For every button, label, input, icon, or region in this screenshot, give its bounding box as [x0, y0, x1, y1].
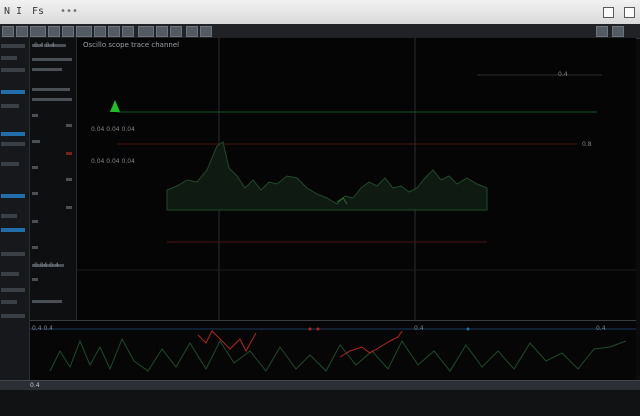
marker-label-b: 0.04 0.04 0.04	[91, 158, 135, 165]
panel-row[interactable]	[32, 166, 38, 169]
panel-row[interactable]	[32, 58, 72, 61]
tool-button-4[interactable]	[48, 26, 60, 37]
sidebar-item[interactable]	[1, 44, 25, 48]
tool-button-13[interactable]	[186, 26, 198, 37]
sidebar-item[interactable]	[1, 314, 25, 318]
channel-panel: 0.4 0.4 0.04 0.4	[30, 38, 77, 320]
plot-canvas	[77, 38, 636, 320]
tool-button-2[interactable]	[16, 26, 28, 37]
event-marker	[308, 327, 312, 331]
bottom-strip	[0, 390, 640, 416]
panel-row[interactable]	[32, 114, 38, 117]
alert-trace-1	[197, 330, 257, 353]
tool-button-7[interactable]	[94, 26, 106, 37]
panel-row[interactable]	[32, 192, 38, 195]
tool-button-1[interactable]	[2, 26, 14, 37]
sidebar-item[interactable]	[1, 252, 25, 256]
panel-row[interactable]	[66, 124, 72, 127]
tool-button-3[interactable]	[30, 26, 46, 37]
sidebar-item[interactable]	[1, 214, 17, 218]
timeline-label-left: 0.4 0.4	[32, 325, 53, 332]
minimize-button[interactable]	[603, 7, 614, 18]
panel-row[interactable]	[32, 246, 38, 249]
event-marker	[466, 327, 470, 331]
tool-button-8[interactable]	[108, 26, 120, 37]
tool-button-9[interactable]	[122, 26, 134, 37]
marker-label-a: 0.04 0.04 0.04	[91, 126, 135, 133]
event-marker	[316, 327, 320, 331]
file-menu-icon[interactable]: I	[16, 6, 22, 17]
panel-row[interactable]	[32, 88, 70, 91]
oscilloscope-plot[interactable]: Oscillo scope trace channel 0.04 0.04 0.…	[77, 38, 636, 320]
sidebar-item-selected[interactable]	[1, 228, 25, 232]
app-menu-icon[interactable]: N	[4, 6, 10, 17]
sidebar-item[interactable]	[1, 288, 25, 292]
sidebar-item[interactable]	[1, 272, 19, 276]
sidebar-item[interactable]	[1, 56, 17, 60]
tool-button-11[interactable]	[156, 26, 168, 37]
panel-row-red[interactable]	[66, 152, 72, 155]
tool-button-right-2[interactable]	[612, 26, 624, 37]
sidebar-item[interactable]	[1, 104, 19, 108]
title-bar: N I Fs •••	[0, 0, 640, 25]
tool-button-14[interactable]	[200, 26, 212, 37]
status-text: 0.4	[30, 382, 40, 389]
level-tag: 0.8	[582, 141, 592, 148]
sidebar-item[interactable]	[1, 162, 19, 166]
tool-button-10[interactable]	[138, 26, 154, 37]
range-tag: 0.4	[558, 71, 568, 78]
panel-row[interactable]	[32, 68, 62, 71]
toolbar	[0, 24, 640, 39]
sidebar-item-selected[interactable]	[1, 132, 25, 136]
sidebar-item-selected[interactable]	[1, 90, 25, 94]
trigger-marker-icon	[110, 100, 120, 112]
alert-trace-2	[339, 330, 403, 358]
tool-button-12[interactable]	[170, 26, 182, 37]
timeline-trace	[49, 337, 627, 372]
status-bar: 0.4	[0, 380, 640, 390]
sidebar-item[interactable]	[1, 68, 25, 72]
tool-button-right-1[interactable]	[596, 26, 608, 37]
panel-label-a: 0.4 0.4	[34, 42, 55, 49]
spectrum-trace	[166, 141, 488, 211]
timeline-canvas	[30, 327, 636, 372]
panel-row[interactable]	[32, 278, 38, 281]
timeline-label-right: 0.4	[596, 325, 606, 332]
panel-row[interactable]	[32, 220, 38, 223]
close-button[interactable]	[624, 7, 635, 18]
window-title: •••	[60, 6, 79, 17]
panel-label-b: 0.04 0.4	[34, 262, 59, 269]
sidebar-item[interactable]	[1, 142, 25, 146]
panel-row[interactable]	[32, 140, 40, 143]
panel-row[interactable]	[66, 178, 72, 181]
tool-button-5[interactable]	[62, 26, 74, 37]
sidebar-item-selected[interactable]	[1, 194, 25, 198]
timeline-label-mid: 0.4	[414, 325, 424, 332]
panel-row[interactable]	[32, 300, 62, 303]
sidebar-item[interactable]	[1, 300, 17, 304]
panel-row[interactable]	[32, 98, 72, 101]
timeline-pane[interactable]: 0.4 0.4 0.4 0.4	[30, 320, 636, 381]
edit-menu-icon[interactable]: Fs	[32, 6, 44, 17]
tool-button-6[interactable]	[76, 26, 92, 37]
sidebar	[0, 38, 30, 380]
panel-row[interactable]	[66, 206, 72, 209]
